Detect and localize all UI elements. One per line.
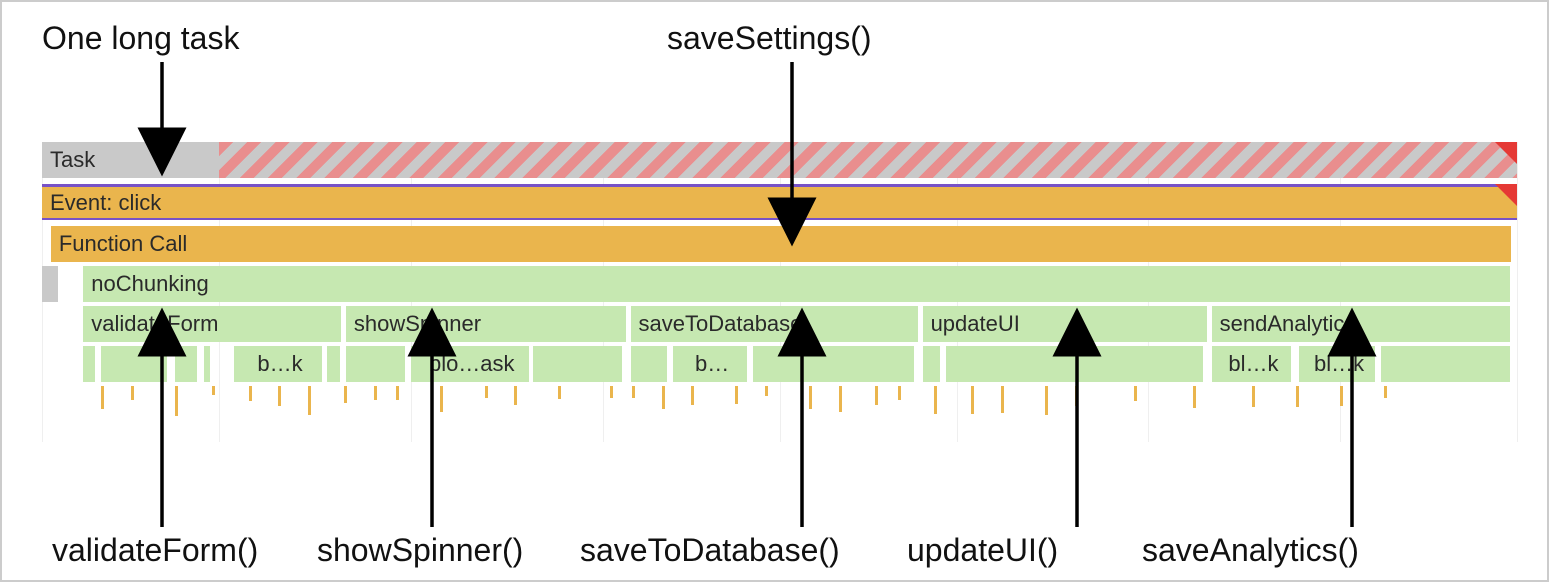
leaf-block[interactable] bbox=[923, 346, 941, 382]
timeline-tick bbox=[1340, 386, 1343, 406]
leaf-block[interactable] bbox=[753, 346, 914, 382]
leaf-block[interactable] bbox=[175, 346, 197, 382]
timeline-tick bbox=[839, 386, 842, 412]
timeline-tick bbox=[485, 386, 488, 398]
timeline-tick bbox=[101, 386, 104, 409]
timeline-tick bbox=[1193, 386, 1196, 408]
child-label: saveToDatabase bbox=[639, 311, 803, 337]
timeline-tick bbox=[934, 386, 937, 414]
leaf-block[interactable] bbox=[204, 346, 210, 382]
leaf-block[interactable] bbox=[1381, 346, 1509, 382]
timeline-tick bbox=[898, 386, 901, 400]
timeline-tick bbox=[278, 386, 281, 406]
row-children: validateForm showSpinner saveToDatabase upd… bbox=[42, 306, 1517, 340]
timeline-tick bbox=[396, 386, 399, 400]
timeline-tick bbox=[440, 386, 443, 412]
timeline-tick bbox=[308, 386, 311, 415]
timeline-tick bbox=[1045, 386, 1048, 415]
row-event[interactable]: Event: click bbox=[42, 184, 1517, 220]
nochunking-bar[interactable]: noChunking bbox=[83, 266, 1509, 302]
leaf-block[interactable]: blo…ask bbox=[411, 346, 529, 382]
child-label: sendAnalytics bbox=[1220, 311, 1356, 337]
timeline-tick bbox=[875, 386, 878, 405]
event-label: Event: click bbox=[50, 190, 161, 216]
timeline-tick bbox=[765, 386, 768, 396]
annotation-savetodatabase: saveToDatabase() bbox=[580, 532, 840, 569]
leaf-block[interactable] bbox=[83, 346, 95, 382]
timeline-tick bbox=[610, 386, 613, 398]
timeline-tick bbox=[691, 386, 694, 405]
row-leaves: b…k blo…ask b… bl…k bl…k bbox=[42, 346, 1517, 380]
flame-chart: Task Event: click Function Call noChunki… bbox=[42, 142, 1517, 442]
timeline-tick bbox=[1252, 386, 1255, 407]
devtools-flame-annotated: One long task saveSettings() Task Event:… bbox=[0, 0, 1549, 582]
timeline-tick bbox=[632, 386, 635, 398]
child-savetodatabase[interactable]: saveToDatabase bbox=[631, 306, 919, 342]
timeline-tick bbox=[175, 386, 178, 416]
timeline-tick bbox=[374, 386, 377, 400]
timeline-tick bbox=[131, 386, 134, 400]
timeline-tick bbox=[514, 386, 517, 405]
timeline-tick bbox=[1001, 386, 1004, 413]
timeline-tick bbox=[212, 386, 215, 395]
annotation-showspinner: showSpinner() bbox=[317, 532, 523, 569]
leaf-block[interactable]: bl…k bbox=[1299, 346, 1376, 382]
leaf-block[interactable]: bl…k bbox=[1212, 346, 1292, 382]
long-event-marker-icon bbox=[1495, 184, 1517, 206]
child-validateform[interactable]: validateForm bbox=[83, 306, 341, 342]
task-bar-grey[interactable]: Task bbox=[42, 142, 219, 178]
leaf-label: blo…ask bbox=[429, 351, 515, 377]
child-showspinner[interactable]: showSpinner bbox=[346, 306, 626, 342]
timeline-tick bbox=[1296, 386, 1299, 407]
timeline-tick bbox=[1075, 386, 1078, 406]
leaf-block[interactable] bbox=[327, 346, 340, 382]
leaf-block[interactable]: b…k bbox=[234, 346, 323, 382]
timeline-tick bbox=[809, 386, 812, 409]
annotation-updateui: updateUI() bbox=[907, 532, 1058, 569]
timeline-tick bbox=[558, 386, 561, 399]
child-label: showSpinner bbox=[354, 311, 481, 337]
annotation-validateform: validateForm() bbox=[52, 532, 258, 569]
timeline-tick bbox=[1384, 386, 1387, 398]
annotation-saveanalytics: saveAnalytics() bbox=[1142, 532, 1359, 569]
timeline-tick bbox=[1134, 386, 1137, 401]
leaf-block[interactable]: b… bbox=[673, 346, 747, 382]
timeline-tick bbox=[249, 386, 252, 401]
leaf-block[interactable] bbox=[631, 346, 668, 382]
child-sendanalytics[interactable]: sendAnalytics bbox=[1212, 306, 1510, 342]
child-label: validateForm bbox=[91, 311, 218, 337]
event-click-bar[interactable]: Event: click bbox=[42, 184, 1517, 220]
long-task-marker-icon bbox=[1495, 142, 1517, 164]
function-call-label: Function Call bbox=[59, 231, 187, 257]
leaf-label: b…k bbox=[257, 351, 302, 377]
leaf-label: bl…k bbox=[1228, 351, 1278, 377]
child-label: updateUI bbox=[931, 311, 1020, 337]
nochunking-label: noChunking bbox=[91, 271, 208, 297]
task-label: Task bbox=[50, 147, 95, 173]
timeline-tick bbox=[662, 386, 665, 409]
leaf-block[interactable] bbox=[346, 346, 405, 382]
leaf-block[interactable] bbox=[533, 346, 622, 382]
annotation-one-long-task: One long task bbox=[42, 20, 239, 57]
leaf-block[interactable] bbox=[946, 346, 1203, 382]
timeline-tick bbox=[971, 386, 974, 414]
task-bar-long[interactable] bbox=[219, 142, 1517, 178]
timeline-tick bbox=[344, 386, 347, 403]
child-updateui[interactable]: updateUI bbox=[923, 306, 1208, 342]
leaf-block[interactable] bbox=[101, 346, 167, 382]
grey-stub[interactable] bbox=[42, 266, 58, 302]
annotation-save-settings: saveSettings() bbox=[667, 20, 872, 57]
row-nochunking[interactable]: noChunking bbox=[42, 266, 1517, 300]
timeline-tick bbox=[735, 386, 738, 404]
leaf-label: b… bbox=[695, 351, 729, 377]
function-call-bar[interactable]: Function Call bbox=[51, 226, 1511, 262]
tick-row bbox=[42, 386, 1517, 424]
row-function-call[interactable]: Function Call bbox=[42, 226, 1517, 260]
leaf-label: bl…k bbox=[1314, 351, 1364, 377]
row-task[interactable]: Task bbox=[42, 142, 1517, 178]
